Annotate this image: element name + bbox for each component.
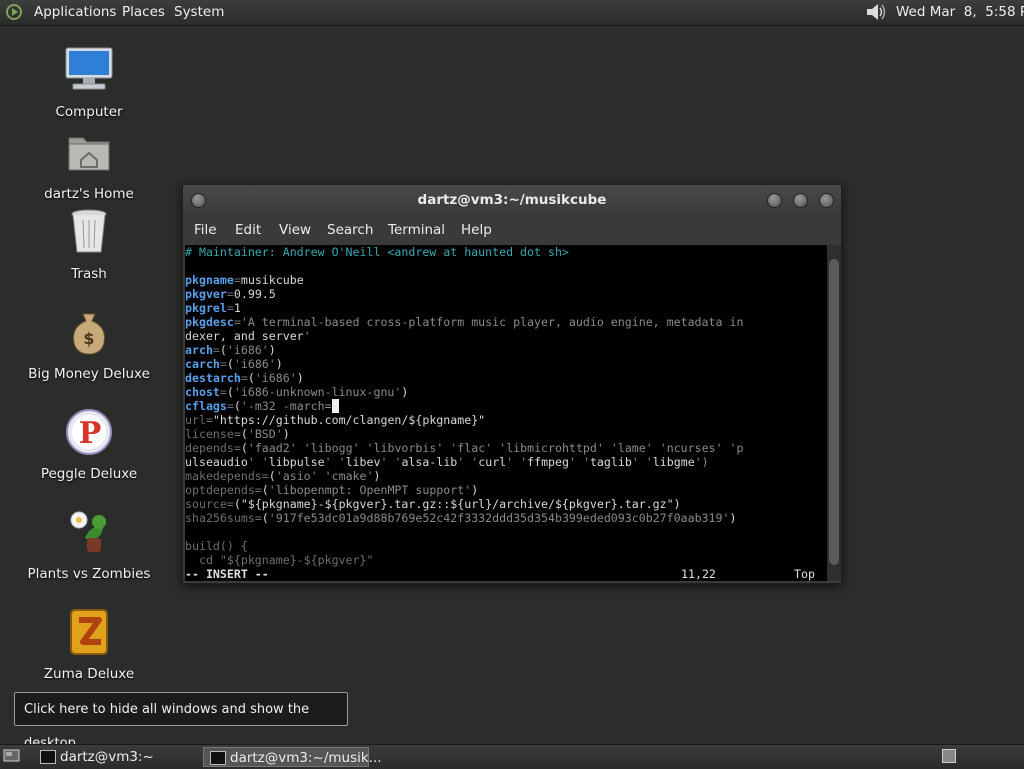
bottom-panel: dartz@vm3:~ dartz@vm3:~/musik... (0, 744, 1024, 769)
svg-text:$: $ (83, 329, 94, 348)
terminal-line: dexer, and server' (185, 329, 311, 343)
terminal-line: chost=('i686-unknown-linux-gnu') (185, 385, 409, 399)
window-title: dartz@vm3:~/musikcube (417, 192, 607, 208)
desktop-icon-label: Zuma Deluxe (43, 666, 135, 682)
terminal-line: optdepends=('libopenmpt: OpenMPT support… (185, 483, 479, 497)
desktop-icon-computer[interactable]: Computer (14, 46, 164, 120)
top-panel: Applications Places System Wed Mar 8, 5:… (0, 0, 1024, 26)
cursor-position: 11,22 (681, 567, 716, 581)
terminal-line: source=("${pkgname}-${pkgver}.tar.gz::${… (185, 497, 681, 511)
desktop-icon-trash[interactable]: Trash (14, 208, 164, 282)
terminal-line: carch=('i686') (185, 357, 283, 371)
terminal-line: makedepends=('asio' 'cmake') (185, 469, 381, 483)
desktop-icon-label: Plants vs Zombies (27, 566, 151, 582)
terminal-line: pkgver=0.99.5 (185, 287, 276, 301)
terminal-line: sha256sums=('917fe53dc01a9d88b769e52c42f… (185, 511, 737, 525)
minimize-button[interactable] (767, 193, 782, 208)
zuma-icon (70, 609, 108, 655)
text-cursor (331, 399, 339, 413)
desktop-icon-pvz[interactable]: Plants vs Zombies (14, 508, 164, 582)
terminal-icon (210, 751, 226, 765)
workspace-switcher-icon[interactable] (942, 749, 956, 763)
trash-icon (71, 209, 107, 253)
desktop-icon-label: Trash (71, 266, 107, 282)
close-button[interactable] (819, 193, 834, 208)
terminal-line: # Maintainer: Andrew O'Neill <andrew at … (185, 245, 569, 259)
distro-logo-icon[interactable] (6, 4, 22, 20)
desktop-icon-big-money[interactable]: $ Big Money Deluxe (14, 308, 164, 382)
scrollbar-thumb[interactable] (829, 259, 839, 565)
terminal-line: arch=('i686') (185, 343, 276, 357)
window-titlebar[interactable]: dartz@vm3:~/musikcube (183, 185, 841, 215)
terminal-line: pkgdesc='A terminal-based cross-platform… (185, 315, 744, 329)
clock[interactable]: Wed Mar 8, 5:58 PM (896, 4, 1024, 20)
terminal-window[interactable]: dartz@vm3:~/musikcube File Edit View Sea… (182, 184, 842, 584)
desktop-icon-label: Peggle Deluxe (40, 466, 138, 482)
desktop-icon-label: dartz's Home (44, 186, 134, 202)
terminal-icon (40, 750, 56, 764)
home-folder-icon (68, 137, 110, 171)
terminal-scrollbar[interactable] (827, 245, 841, 581)
maximize-button[interactable] (793, 193, 808, 208)
svg-text:P: P (79, 416, 102, 451)
taskbar-item[interactable]: dartz@vm3:~ (34, 747, 200, 767)
volume-speaker-icon[interactable] (865, 3, 887, 21)
taskbar-item-label: dartz@vm3:~ (60, 749, 154, 765)
desktop-icon-peggle[interactable]: P Peggle Deluxe (14, 408, 164, 482)
desktop-icon-home[interactable]: dartz's Home (14, 128, 164, 202)
terminal-line: cflags=('-m32 -march= (185, 399, 827, 413)
system-menu[interactable]: System (174, 4, 224, 20)
terminal-line: pkgrel=1 (185, 301, 241, 315)
terminal-line: build() { (185, 539, 248, 553)
taskbar-item-active[interactable]: dartz@vm3:~/musik... (203, 747, 382, 767)
vim-mode-indicator: -- INSERT -- (185, 567, 269, 581)
peggle-icon: P (66, 409, 112, 455)
desktop-icon-label: Big Money Deluxe (28, 366, 150, 382)
terminal-line: destarch=('i686') (185, 371, 304, 385)
terminal-line: pkgname=musikcube (185, 273, 304, 287)
show-desktop-tooltip: Click here to hide all windows and show … (14, 692, 348, 751)
taskbar-item-label: dartz@vm3:~/musik... (230, 750, 382, 766)
terminal-menubar: File Edit View Search Terminal Help (183, 215, 841, 245)
terminal-text-area[interactable]: # Maintainer: Andrew O'Neill <andrew at … (185, 245, 827, 581)
computer-icon (65, 47, 113, 90)
terminal-line: cd "${pkgname}-${pkgver}" (185, 553, 374, 567)
vim-status-line: -- INSERT -- 11,22 Top (185, 567, 827, 581)
places-menu[interactable]: Places (122, 4, 165, 20)
menu-view[interactable]: View (279, 222, 311, 238)
show-desktop-icon[interactable] (3, 748, 20, 764)
menu-help[interactable]: Help (461, 222, 492, 238)
terminal-line: url="https://github.com/clangen/${pkgnam… (185, 413, 486, 427)
terminal-line: license=('BSD') (185, 427, 290, 441)
menu-terminal[interactable]: Terminal (388, 222, 445, 238)
menu-edit[interactable]: Edit (235, 222, 261, 238)
money-bag-icon: $ (73, 313, 105, 355)
desktop-icon-label: Computer (55, 104, 123, 120)
terminal-line: ulseaudio' 'libpulse' 'libev' 'alsa-lib'… (185, 455, 709, 469)
desktop-icon-zuma[interactable]: Zuma Deluxe (14, 608, 164, 682)
window-menu-icon[interactable] (191, 193, 206, 208)
terminal-line: depends=('faad2' 'libogg' 'libvorbis' 'f… (185, 441, 744, 455)
scroll-position: Top (794, 567, 815, 581)
plants-vs-zombies-icon (70, 511, 106, 552)
menu-file[interactable]: File (194, 222, 217, 238)
menu-search[interactable]: Search (327, 222, 373, 238)
applications-menu[interactable]: Applications (34, 4, 116, 20)
